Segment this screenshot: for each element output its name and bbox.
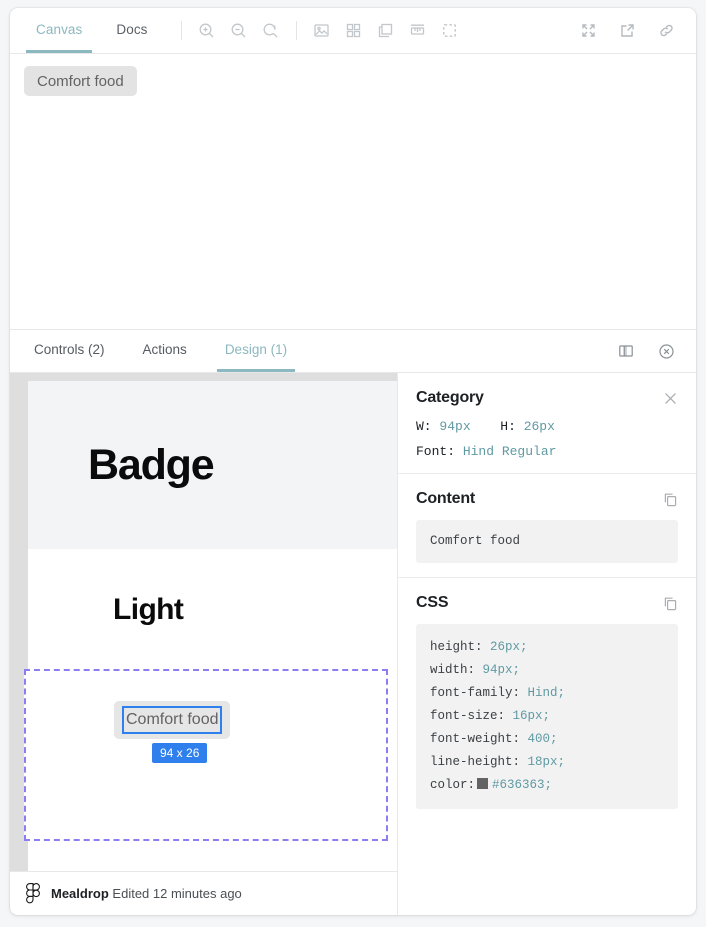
css-value: 16px bbox=[512, 709, 543, 723]
section-light: Light bbox=[28, 549, 397, 671]
css-prop: font-family: bbox=[430, 686, 521, 700]
css-prop: width: bbox=[430, 663, 476, 677]
toolbar-right-icons bbox=[565, 8, 682, 53]
section-css: CSS height: 26px; width: 94px; font-fami… bbox=[398, 578, 696, 823]
section-content: Content Comfort food bbox=[398, 474, 696, 578]
zoom-out-icon[interactable] bbox=[225, 17, 253, 45]
design-preview-panel: Badge Light Comfort food 94 x 26 Mealdro… bbox=[10, 373, 398, 915]
selected-badge[interactable]: Comfort food bbox=[114, 701, 231, 739]
css-line: line-height: 18px; bbox=[430, 755, 566, 769]
badge-headline: Badge bbox=[88, 440, 215, 489]
css-prop: height: bbox=[430, 640, 483, 654]
color-swatch bbox=[477, 778, 489, 789]
tab-design-label: Design (1) bbox=[224, 342, 288, 357]
image-icon[interactable] bbox=[308, 17, 336, 45]
preview-footer: Mealdrop Edited 12 minutes ago bbox=[10, 871, 397, 915]
css-prop: line-height: bbox=[430, 755, 521, 769]
selection-container[interactable]: Comfort food 94 x 26 bbox=[24, 669, 388, 841]
ruler-icon[interactable] bbox=[404, 17, 432, 45]
preview-scroll-area[interactable]: Badge Light Comfort food 94 x 26 bbox=[10, 373, 397, 871]
tab-docs-label: Docs bbox=[116, 21, 148, 37]
canvas-area[interactable]: Comfort food bbox=[10, 54, 696, 330]
css-prop: color: bbox=[430, 778, 476, 792]
close-icon[interactable] bbox=[663, 391, 678, 406]
tab-actions[interactable]: Actions bbox=[135, 330, 195, 372]
css-line: font-size: 16px; bbox=[430, 709, 551, 723]
app-window: Canvas Docs Comfort food Controls (2) Ac… bbox=[10, 8, 696, 915]
edited-text: Edited 12 minutes ago bbox=[112, 886, 242, 901]
tab-canvas[interactable]: Canvas bbox=[26, 8, 93, 53]
content-title: Content bbox=[416, 490, 476, 507]
top-tab-list: Canvas Docs bbox=[26, 8, 172, 53]
canvas-badge-element[interactable]: Comfort food bbox=[24, 66, 137, 96]
selected-badge-label: Comfort food bbox=[122, 706, 223, 734]
panel-tab-icons bbox=[602, 330, 682, 372]
link-icon[interactable] bbox=[652, 17, 680, 45]
css-value: 400 bbox=[527, 732, 551, 746]
layers-icon[interactable] bbox=[372, 17, 400, 45]
content-value: Comfort food bbox=[430, 534, 521, 548]
height-label: H: bbox=[500, 419, 516, 434]
css-value: Hind bbox=[527, 686, 558, 700]
lower-split: Badge Light Comfort food 94 x 26 Mealdro… bbox=[10, 373, 696, 915]
css-header: CSS bbox=[416, 594, 678, 612]
height-value: 26px bbox=[523, 419, 555, 434]
section-category: Category W: 94px H: 26px Font: Hind Regu… bbox=[398, 373, 696, 474]
css-line: width: 94px; bbox=[430, 663, 521, 677]
copy-icon[interactable] bbox=[663, 596, 678, 611]
tab-controls-label: Controls (2) bbox=[34, 342, 105, 357]
css-prop: font-size: bbox=[430, 709, 506, 723]
tab-design[interactable]: Design (1) bbox=[216, 330, 296, 372]
view-icon-group bbox=[306, 8, 466, 53]
toolbar-divider-1 bbox=[180, 21, 182, 40]
category-title: Category bbox=[416, 389, 484, 406]
css-line: height: 26px; bbox=[430, 640, 528, 654]
split-panel-icon[interactable] bbox=[612, 337, 640, 365]
css-line: font-family: Hind; bbox=[430, 686, 566, 700]
copy-icon[interactable] bbox=[663, 492, 678, 507]
fullscreen-icon[interactable] bbox=[574, 17, 602, 45]
css-line: font-weight: 400; bbox=[430, 732, 558, 746]
font-label: Font: bbox=[416, 444, 456, 459]
canvas-badge-label: Comfort food bbox=[37, 72, 124, 90]
css-value: 26px bbox=[490, 640, 521, 654]
tab-docs[interactable]: Docs bbox=[106, 8, 157, 53]
css-line: color: #636363; bbox=[430, 778, 553, 792]
top-toolbar: Canvas Docs bbox=[10, 8, 696, 54]
size-tooltip: 94 x 26 bbox=[152, 743, 208, 763]
width-value: 94px bbox=[439, 419, 471, 434]
width-label: W: bbox=[416, 419, 432, 434]
css-value: 18px bbox=[527, 755, 558, 769]
css-prop: font-weight: bbox=[430, 732, 521, 746]
css-value: #636363 bbox=[492, 778, 545, 792]
font-value: Hind Regular bbox=[462, 444, 557, 459]
css-value: 94px bbox=[482, 663, 513, 677]
grid-icon[interactable] bbox=[340, 17, 368, 45]
font-row: Font: Hind Regular bbox=[416, 444, 678, 459]
content-header: Content bbox=[416, 490, 678, 508]
tab-controls[interactable]: Controls (2) bbox=[26, 330, 113, 372]
tab-canvas-label: Canvas bbox=[36, 21, 83, 37]
zoom-reset-icon[interactable] bbox=[257, 17, 285, 45]
category-header: Category bbox=[416, 389, 678, 407]
css-title: CSS bbox=[416, 594, 449, 611]
toolbar-divider-2 bbox=[295, 21, 297, 40]
zoom-in-icon[interactable] bbox=[193, 17, 221, 45]
content-value-box[interactable]: Comfort food bbox=[416, 520, 678, 563]
panel-tab-bar: Controls (2) Actions Design (1) bbox=[10, 330, 696, 373]
figma-icon bbox=[26, 883, 41, 904]
select-area-icon[interactable] bbox=[436, 17, 464, 45]
tab-actions-label: Actions bbox=[142, 342, 187, 357]
footer-meta: Mealdrop Edited 12 minutes ago bbox=[51, 886, 242, 901]
light-headline: Light bbox=[113, 593, 184, 626]
section-badge: Badge bbox=[28, 381, 397, 549]
zoom-icon-group bbox=[191, 8, 287, 53]
file-name: Mealdrop bbox=[51, 886, 109, 901]
open-external-icon[interactable] bbox=[613, 17, 641, 45]
css-code-box[interactable]: height: 26px; width: 94px; font-family: … bbox=[416, 624, 678, 809]
inspector-panel: Category W: 94px H: 26px Font: Hind Regu… bbox=[398, 373, 696, 915]
close-circle-icon[interactable] bbox=[652, 337, 680, 365]
dimensions-row: W: 94px H: 26px bbox=[416, 419, 678, 434]
